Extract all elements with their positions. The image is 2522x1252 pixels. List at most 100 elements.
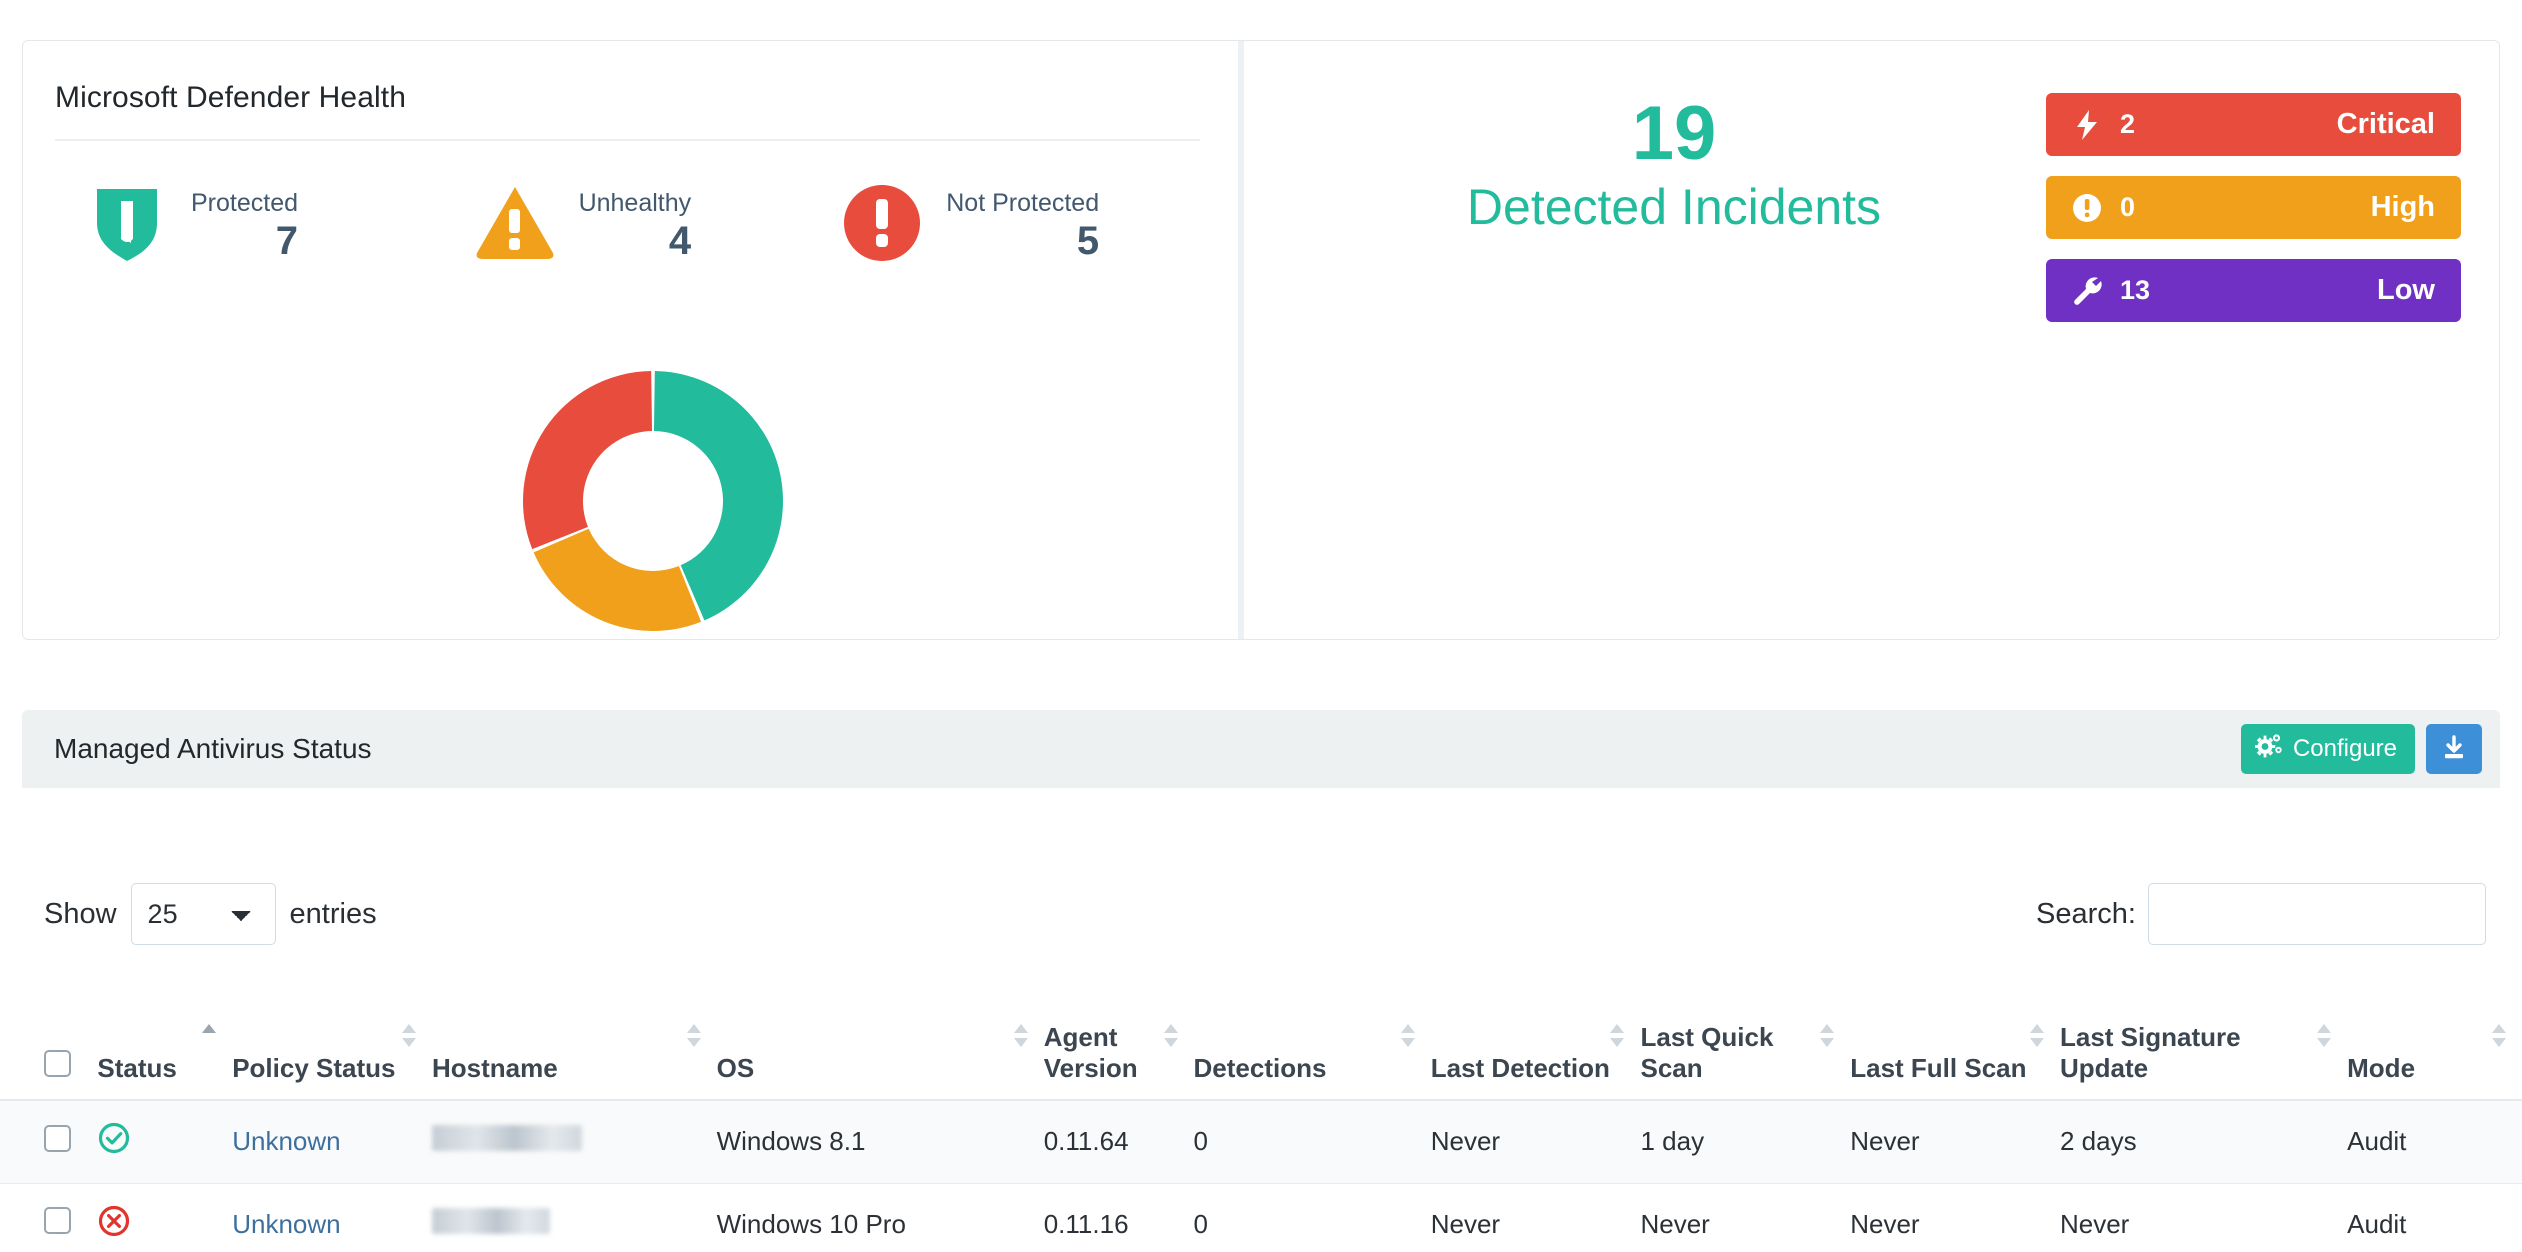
hostname-redacted: [431, 1125, 582, 1152]
col-last-detection[interactable]: Last Detection: [1430, 1010, 1641, 1102]
sort-indicator[interactable]: [1163, 1024, 1178, 1050]
cell-last-detection: Never: [1430, 1100, 1641, 1184]
cell-policy-status[interactable]: Unknown: [232, 1183, 432, 1252]
table-row[interactable]: Unknown Windows 8.1 0.11.64 0 Never 1 day Neve…: [0, 1100, 2522, 1184]
times-circle-icon: [97, 1204, 131, 1238]
table-header-row: Status Policy Status Hostname OS Agent V…: [0, 1010, 2522, 1102]
dashboard-page: Microsoft Defender Health Protected 7 Un…: [0, 0, 2522, 1252]
severity-badge-low[interactable]: 13 Low: [2046, 259, 2461, 322]
status-label: Unhealthy: [578, 189, 692, 217]
table-controls: Show 102550100 entries Search:: [0, 865, 2522, 975]
cell-status: [97, 1183, 233, 1252]
cell-last-full-scan: Never: [1850, 1100, 2060, 1184]
sort-indicator[interactable]: [1610, 1024, 1625, 1050]
managed-antivirus-title: Managed Antivirus Status: [54, 733, 372, 764]
cell-mode: Audit: [2347, 1183, 2522, 1252]
col-agent-version[interactable]: Agent Version: [1043, 1010, 1194, 1102]
cell-last-quick-scan: Never: [1640, 1183, 1851, 1252]
sort-indicator[interactable]: [2492, 1024, 2506, 1050]
policy-status-link[interactable]: Unknown: [232, 1209, 340, 1239]
col-label: Hostname: [431, 1052, 558, 1083]
severity-badge-high[interactable]: 0 High: [2046, 176, 2461, 239]
hostname-redacted: [431, 1207, 550, 1234]
configure-button[interactable]: Configure: [2240, 724, 2415, 774]
warning-triangle-icon: [473, 181, 557, 265]
bolt-icon: [2070, 108, 2104, 142]
status-not-protected-text: Not Protected 5: [946, 181, 1099, 262]
status-protected: Protected 7: [85, 181, 473, 265]
status-count: 5: [1076, 219, 1100, 263]
defender-health-card: Microsoft Defender Health Protected 7 Un…: [22, 40, 2500, 640]
col-label: Agent Version: [1043, 1022, 1138, 1083]
wrench-icon: [2070, 274, 2104, 308]
sort-indicator[interactable]: [1400, 1024, 1415, 1050]
page-length-select[interactable]: 102550100: [130, 883, 276, 945]
policy-status-link[interactable]: Unknown: [232, 1126, 340, 1156]
col-last-signature-update[interactable]: Last Signature Update: [2059, 1010, 2348, 1102]
col-label: Policy Status: [232, 1052, 396, 1083]
sort-indicator[interactable]: [686, 1024, 701, 1050]
managed-antivirus-header: Managed Antivirus Status Configure: [22, 710, 2500, 788]
entries-label: entries: [289, 897, 377, 930]
error-circle-icon: [840, 181, 924, 265]
row-checkbox[interactable]: [44, 1124, 71, 1152]
col-detections[interactable]: Detections: [1193, 1010, 1431, 1102]
sort-indicator[interactable]: [1013, 1024, 1028, 1050]
sort-indicator[interactable]: [2029, 1024, 2044, 1050]
download-button[interactable]: [2426, 724, 2482, 774]
cell-agent-version: 0.11.16: [1043, 1183, 1194, 1252]
status-count: 4: [668, 219, 692, 263]
cell-mode: Audit: [2347, 1100, 2522, 1184]
cell-policy-status[interactable]: Unknown: [232, 1100, 432, 1184]
show-label: Show: [44, 897, 117, 930]
sort-indicator[interactable]: [2317, 1024, 2332, 1050]
sort-indicator-asc[interactable]: [202, 1024, 217, 1050]
col-label: Detections: [1193, 1052, 1327, 1083]
cell-agent-version: 0.11.64: [1043, 1100, 1194, 1184]
cell-os: Windows 10 Pro: [716, 1183, 1044, 1252]
col-label: Last Full Scan: [1850, 1052, 2027, 1083]
defender-health-donut-chart[interactable]: [493, 341, 813, 661]
status-label: Not Protected: [946, 189, 1100, 217]
cell-last-signature-update: 2 days: [2059, 1100, 2348, 1184]
col-hostname[interactable]: Hostname: [431, 1010, 717, 1102]
row-select-cell: [0, 1183, 98, 1252]
col-os[interactable]: OS: [716, 1010, 1044, 1102]
donut-slice-not-protected[interactable]: [523, 371, 653, 550]
col-policy-status[interactable]: Policy Status: [232, 1010, 432, 1102]
severity-badge-list: 2 Critical 0 High 13 Low: [2046, 93, 2461, 342]
severity-name: High: [2370, 191, 2435, 223]
health-right-pane: 19 Detected Incidents 2 Critical 0 High …: [1238, 41, 2499, 639]
col-mode[interactable]: Mode: [2347, 1010, 2522, 1102]
select-all-checkbox[interactable]: [44, 1049, 71, 1077]
health-left-pane: Microsoft Defender Health Protected 7 Un…: [23, 41, 1238, 639]
cell-last-signature-update: Never: [2059, 1183, 2348, 1252]
show-entries-control: Show 102550100 entries: [44, 883, 377, 945]
cell-last-quick-scan: 1 day: [1640, 1100, 1851, 1184]
status-summary-row: Protected 7 Unhealthy 4 Not Protected 5: [55, 181, 1198, 265]
sort-indicator[interactable]: [1820, 1024, 1835, 1050]
row-checkbox[interactable]: [44, 1207, 71, 1235]
table-row[interactable]: Unknown Windows 10 Pro 0.11.16 0 Never Never N…: [0, 1183, 2522, 1252]
managed-antivirus-table: Status Policy Status Hostname OS Agent V…: [0, 1010, 2522, 1252]
severity-count: 13: [2120, 275, 2151, 305]
status-label: Protected: [191, 189, 299, 217]
status-unhealthy-text: Unhealthy 4: [579, 181, 692, 262]
table-body: Unknown Windows 8.1 0.11.64 0 Never 1 day Neve…: [0, 1100, 2522, 1252]
col-last-full-scan[interactable]: Last Full Scan: [1850, 1010, 2060, 1102]
cell-detections: 0: [1193, 1183, 1431, 1252]
sort-indicator[interactable]: [401, 1024, 416, 1050]
title-divider: [55, 139, 1200, 141]
col-label: Last Signature Update: [2059, 1022, 2241, 1083]
col-status[interactable]: Status: [97, 1010, 233, 1102]
search-input[interactable]: [2148, 883, 2486, 945]
col-last-quick-scan[interactable]: Last Quick Scan: [1640, 1010, 1851, 1102]
col-label: Mode: [2347, 1052, 2416, 1083]
cell-hostname: [431, 1100, 717, 1184]
configure-label: Configure: [2292, 735, 2397, 762]
check-circle-icon: [97, 1121, 131, 1155]
severity-badge-critical[interactable]: 2 Critical: [2046, 93, 2461, 156]
col-label: Last Detection: [1430, 1052, 1610, 1083]
severity-name: Low: [2377, 274, 2435, 306]
donut-slice-unhealthy[interactable]: [533, 528, 702, 631]
